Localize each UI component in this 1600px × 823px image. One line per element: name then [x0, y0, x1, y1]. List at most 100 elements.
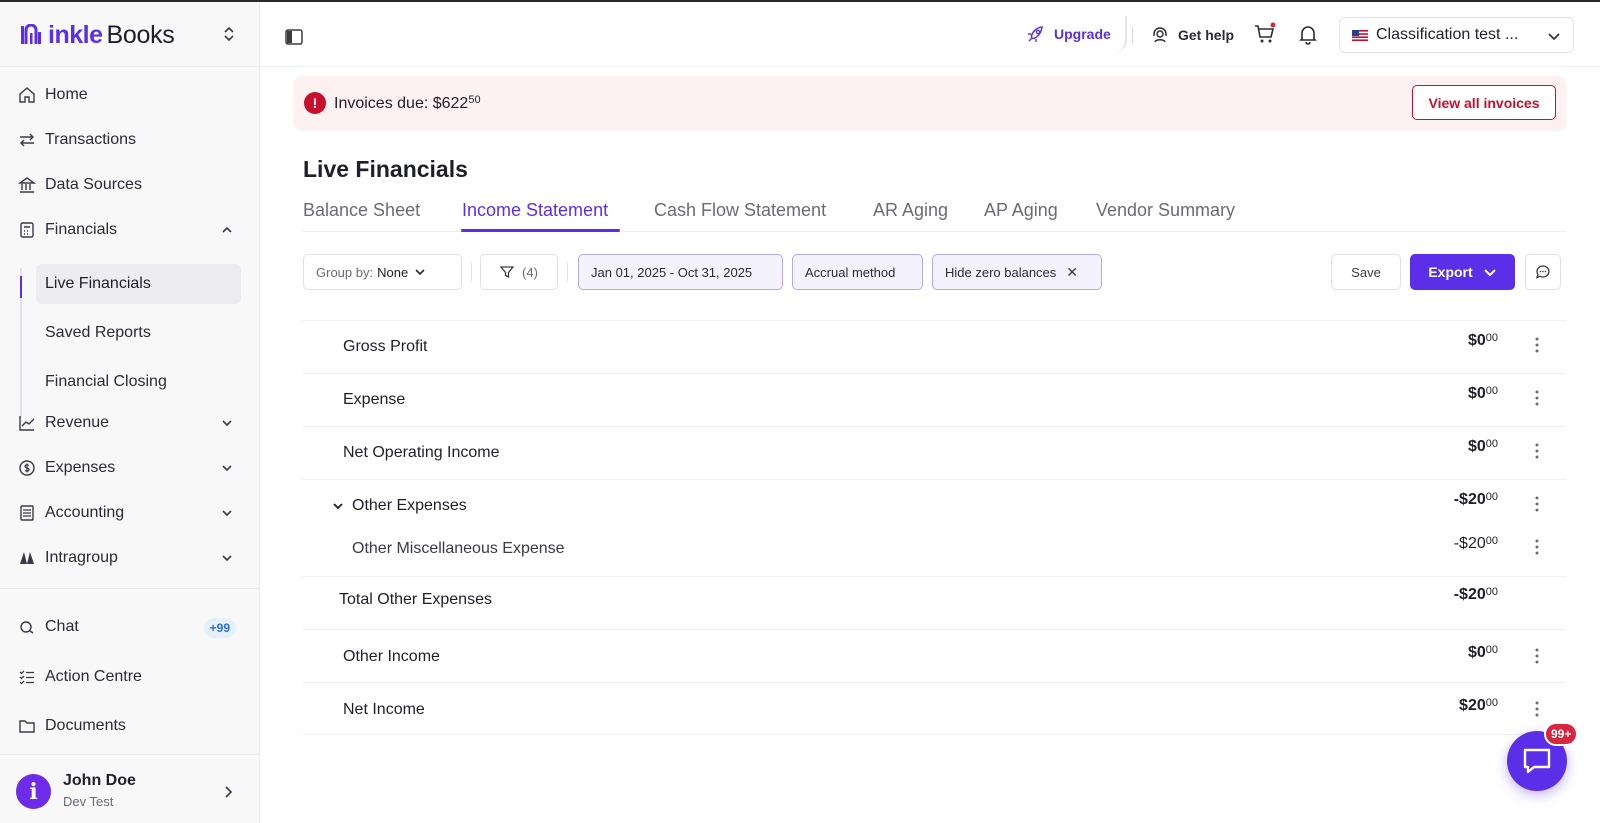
sidebar-item-label: Revenue — [45, 414, 110, 431]
sidebar-toggle-icon[interactable] — [285, 29, 303, 45]
sidebar-item-data-sources[interactable]: Data Sources — [18, 168, 242, 202]
amount-cents: 00 — [1485, 332, 1498, 344]
tab-ap-aging[interactable]: AP Aging — [984, 200, 1058, 221]
sidebar-item-home[interactable]: Home — [18, 78, 242, 112]
active-tab-underline — [461, 229, 620, 232]
get-help-label: Get help — [1178, 27, 1235, 43]
more-vertical-icon[interactable] — [1532, 699, 1542, 719]
chevron-down-icon — [222, 420, 232, 427]
amount-cents: 00 — [1485, 491, 1498, 503]
home-icon — [18, 86, 36, 104]
hide-zero-balances-chip[interactable]: Hide zero balances ✕ — [932, 254, 1102, 290]
chevron-down-icon[interactable] — [332, 500, 344, 512]
alert-amount: Invoices due: $622 — [334, 95, 469, 112]
sidebar-item-label: Intragroup — [45, 549, 118, 566]
tab-cash-flow-statement[interactable]: Cash Flow Statement — [654, 200, 826, 221]
dollar-circle-icon — [18, 459, 36, 477]
user-profile[interactable]: i John Doe Dev Test — [16, 772, 246, 812]
date-range-chip[interactable]: Jan 01, 2025 - Oct 31, 2025 — [578, 254, 783, 290]
more-vertical-icon[interactable] — [1532, 646, 1542, 666]
bank-icon — [18, 176, 36, 194]
table-row-group[interactable]: Other Expenses -$2000 — [303, 479, 1566, 532]
comment-button[interactable] — [1525, 254, 1561, 290]
view-all-invoices-button[interactable]: View all invoices — [1412, 85, 1556, 120]
chevron-down-icon — [1548, 33, 1560, 41]
chevron-updown-icon[interactable] — [222, 24, 236, 44]
table-row[interactable]: Expense $000 — [303, 373, 1566, 426]
sidebar-item-documents[interactable]: Documents — [18, 709, 242, 743]
chat-count-badge: +99 — [203, 618, 236, 638]
tab-balance-sheet[interactable]: Balance Sheet — [303, 200, 420, 221]
export-label: Export — [1428, 264, 1473, 280]
sidebar-item-action-centre[interactable]: Action Centre — [18, 660, 242, 694]
tab-income-statement[interactable]: Income Statement — [462, 200, 608, 221]
export-button[interactable]: Export — [1410, 254, 1515, 290]
table-row[interactable]: Net Income $2000 — [303, 682, 1566, 735]
ledger-icon — [18, 504, 36, 522]
sidebar-item-chat[interactable]: Chat +99 — [18, 610, 242, 644]
row-label: Other Income — [343, 648, 440, 665]
more-vertical-icon[interactable] — [1532, 537, 1542, 557]
amount-value: -$20 — [1453, 535, 1486, 552]
page-title: Live Financials — [303, 156, 468, 182]
row-label: Gross Profit — [343, 338, 428, 355]
table-row[interactable]: Net Operating Income $000 — [303, 426, 1566, 479]
table-row[interactable]: Other Income $000 — [303, 629, 1566, 682]
bell-icon[interactable] — [1296, 22, 1320, 46]
sidebar-item-intragroup[interactable]: Intragroup — [18, 541, 242, 575]
header-separator — [1132, 26, 1133, 44]
close-icon[interactable]: ✕ — [1066, 264, 1078, 281]
tab-ar-aging[interactable]: AR Aging — [873, 200, 948, 221]
get-help-button[interactable]: Get help — [1150, 20, 1234, 50]
amount-cents: 00 — [1485, 535, 1498, 547]
sidebar-item-label: Expenses — [45, 459, 116, 476]
row-amount: $000 — [1468, 644, 1498, 662]
headset-icon — [1153, 27, 1167, 43]
sidebar-subitem-financial-closing[interactable]: Financial Closing — [36, 362, 241, 402]
row-amount: $000 — [1468, 385, 1498, 403]
more-vertical-icon[interactable] — [1532, 335, 1542, 355]
row-label: Net Operating Income — [343, 444, 500, 461]
sidebar-item-financials[interactable]: Financials — [18, 213, 242, 247]
row-amount: -$2000 — [1454, 586, 1498, 604]
chevron-down-icon — [1483, 269, 1496, 277]
accounting-method-chip[interactable]: Accrual method — [792, 254, 923, 290]
chart-icon — [18, 414, 36, 432]
user-name: John Doe — [63, 772, 136, 789]
group-by-dropdown[interactable]: Group by: None — [303, 254, 462, 290]
more-vertical-icon[interactable] — [1532, 441, 1542, 461]
sidebar-item-label: Transactions — [45, 131, 136, 148]
row-label: Total Other Expenses — [339, 591, 492, 608]
entity-selector[interactable]: Classification test ... — [1339, 17, 1574, 53]
brand-logo[interactable]: inkle Books — [20, 20, 175, 50]
sidebar-item-expenses[interactable]: Expenses — [18, 451, 242, 485]
amount-cents: 00 — [1485, 644, 1498, 656]
save-button[interactable]: Save — [1331, 254, 1401, 290]
filter-icon — [500, 266, 515, 279]
sidebar-divider — [0, 588, 259, 589]
filter-button[interactable]: (4) — [480, 254, 558, 290]
cart-icon[interactable] — [1253, 22, 1277, 46]
table-row-total[interactable]: Total Other Expenses -$2000 — [303, 576, 1566, 629]
hide-zero-label: Hide zero balances — [945, 264, 1057, 280]
sidebar-item-revenue[interactable]: Revenue — [18, 406, 242, 440]
row-amount: $000 — [1468, 332, 1498, 350]
sidebar-item-transactions[interactable]: Transactions — [18, 123, 242, 157]
table-row[interactable]: Gross Profit $000 — [303, 320, 1566, 373]
upgrade-button[interactable]: Upgrade — [1026, 16, 1127, 52]
chat-bubble-icon — [1523, 748, 1551, 774]
amount-cents: 00 — [1485, 385, 1498, 397]
more-vertical-icon[interactable] — [1532, 388, 1542, 408]
sidebar-subitem-saved-reports[interactable]: Saved Reports — [36, 313, 241, 353]
more-vertical-icon[interactable] — [1532, 494, 1542, 514]
sidebar-item-label: Chat — [45, 618, 79, 635]
calculator-icon — [18, 221, 36, 239]
alert-exclamation-icon: ! — [304, 92, 326, 114]
tab-vendor-summary[interactable]: Vendor Summary — [1096, 200, 1235, 221]
intragroup-icon — [18, 549, 36, 567]
amount-value: -$20 — [1453, 491, 1486, 508]
sidebar-item-label: Data Sources — [45, 176, 142, 193]
chevron-down-icon — [222, 555, 232, 562]
sidebar-subitem-live-financials[interactable]: Live Financials — [36, 264, 241, 304]
sidebar-item-accounting[interactable]: Accounting — [18, 496, 242, 530]
